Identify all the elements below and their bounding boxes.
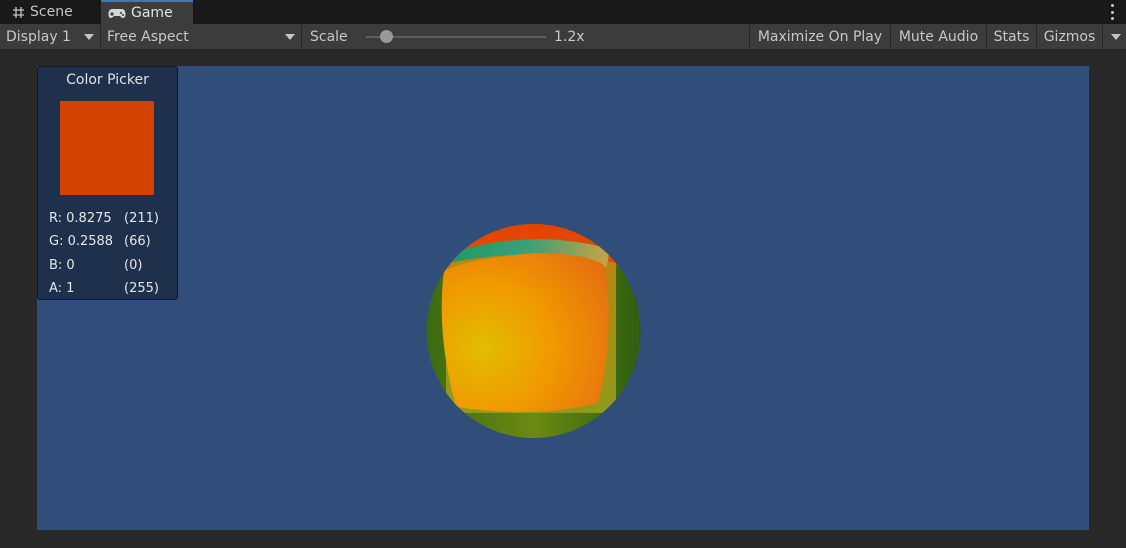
channel-a-byte: (255) [124,281,159,296]
tab-game-label: Game [131,5,173,21]
mute-audio-button[interactable]: Mute Audio [890,25,986,48]
tab-scene[interactable]: Scene [4,0,98,24]
stats-button[interactable]: Stats [986,25,1036,48]
channel-g-value: G: 0.2588 [49,234,114,249]
channel-g-byte: (66) [124,234,151,249]
display-dropdown[interactable]: Display 1 [0,25,101,48]
gizmos-button[interactable]: Gizmos [1036,25,1102,48]
stats-label: Stats [993,28,1030,45]
color-swatch [60,101,154,195]
maximize-on-play-button[interactable]: Maximize On Play [749,25,890,48]
chevron-down-icon [84,34,94,40]
game-toolbar: Display 1 Free Aspect Scale 1.2x Maximiz… [0,24,1126,50]
channel-row-r: R: 0.8275 (211) [49,211,177,229]
colored-sphere [426,224,641,438]
grid-icon [12,6,25,19]
channel-b-byte: (0) [124,258,143,273]
mute-audio-label: Mute Audio [898,28,979,45]
channel-a-value: A: 1 [49,281,75,296]
aspect-dropdown[interactable]: Free Aspect [101,25,302,48]
channel-b-value: B: 0 [49,258,75,273]
channel-row-g: G: 0.2588 (66) [49,234,177,252]
color-picker-title: Color Picker [66,72,149,88]
gamepad-icon [108,7,126,19]
channel-row-a: A: 1 (255) [49,281,177,299]
more-options-icon[interactable] [1110,4,1114,20]
chevron-down-icon [1111,34,1121,40]
tab-bar: Scene Game [0,0,1126,24]
channel-row-b: B: 0 (0) [49,258,177,276]
maximize-on-play-label: Maximize On Play [757,28,883,45]
gizmos-label: Gizmos [1043,28,1096,45]
channel-r-value: R: 0.8275 [49,211,112,226]
color-picker-panel: Color Picker R: 0.8275 (211) G: 0.2588 (… [37,66,178,300]
gizmos-dropdown[interactable] [1102,25,1126,48]
display-dropdown-label: Display 1 [6,28,71,45]
scale-slider-thumb[interactable] [379,30,393,43]
tab-scene-label: Scene [30,4,73,20]
tab-game[interactable]: Game [101,0,193,24]
unity-game-view: Scene Game Display 1 Free Aspect Scale 1… [0,0,1126,548]
chevron-down-icon [285,34,295,40]
channel-r-byte: (211) [124,211,159,226]
scale-slider-track[interactable] [366,36,546,38]
game-viewport[interactable] [37,66,1089,530]
aspect-dropdown-label: Free Aspect [107,28,189,45]
scale-label: Scale [310,28,348,45]
scale-value: 1.2x [554,28,585,45]
